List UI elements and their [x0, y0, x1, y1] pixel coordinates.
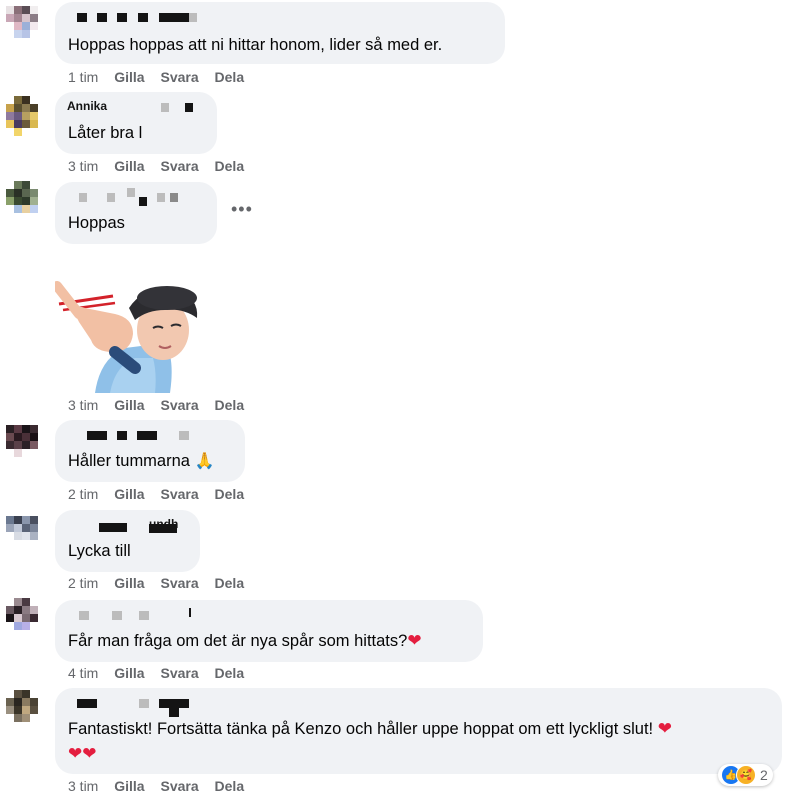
comment-bubble: Hoppas hoppas att ni hittar honom, lider… — [55, 2, 505, 64]
reply-button[interactable]: Svara — [160, 486, 198, 502]
share-button[interactable]: Dela — [215, 397, 245, 413]
comment-time[interactable]: 3 tim — [68, 397, 98, 413]
comment-bubble: Får man fråga om det är nya spår som hit… — [55, 600, 483, 662]
author-name-fragment: Annika — [67, 99, 108, 113]
comment-text: Hoppas hoppas att ni hittar honom, lider… — [68, 36, 443, 54]
comment-time[interactable]: 4 tim — [68, 665, 98, 681]
like-button[interactable]: Gilla — [114, 69, 144, 85]
reactions-summary[interactable]: 👍 🥰 2 — [718, 764, 773, 786]
comment-actions: 2 tim Gilla Svara Dela — [68, 485, 256, 503]
author-name-redacted[interactable] — [67, 694, 267, 717]
heart-icon: ❤ — [407, 631, 422, 650]
avatar[interactable] — [6, 181, 46, 221]
reply-button[interactable]: Svara — [160, 158, 198, 174]
share-button[interactable]: Dela — [215, 665, 245, 681]
comment-text: Hoppas — [68, 214, 125, 232]
reply-button[interactable]: Svara — [160, 575, 198, 591]
like-button[interactable]: Gilla — [114, 486, 144, 502]
reply-button[interactable]: Svara — [160, 397, 198, 413]
comment-bubble: Fantastiskt! Fortsätta tänka på Kenzo oc… — [55, 688, 782, 774]
avatar[interactable] — [6, 516, 46, 556]
reactions-count: 2 — [760, 767, 768, 783]
comment-actions: 1 tim Gilla Svara Dela — [68, 68, 256, 86]
comment-text-content: Får man fråga om det är nya spår som hit… — [68, 632, 408, 650]
sticker-image[interactable] — [52, 248, 205, 393]
author-name-redacted[interactable] — [67, 426, 267, 442]
comment-text: Låter bra l — [68, 124, 143, 142]
heart-icon: ❤ — [657, 719, 672, 738]
author-name-redacted[interactable]: Annika — [67, 98, 267, 114]
avatar[interactable] — [6, 425, 46, 465]
comment-text-content: Håller tummarna — [68, 452, 190, 470]
like-button[interactable]: Gilla — [114, 778, 144, 794]
comment-actions: 3 tim Gilla Svara Dela — [68, 777, 256, 795]
avatar[interactable] — [6, 690, 46, 730]
comment-text: Får man fråga om det är nya spår som hit… — [68, 629, 422, 653]
comment-bubble: Hoppas — [55, 182, 217, 244]
comment-time[interactable]: 3 tim — [68, 778, 98, 794]
like-button[interactable]: Gilla — [114, 575, 144, 591]
share-button[interactable]: Dela — [215, 158, 245, 174]
share-button[interactable]: Dela — [215, 778, 245, 794]
comment-actions: 4 tim Gilla Svara Dela — [68, 664, 256, 682]
comment-actions: 3 tim Gilla Svara Dela — [68, 157, 256, 175]
share-button[interactable]: Dela — [215, 575, 245, 591]
share-button[interactable]: Dela — [215, 486, 245, 502]
like-button[interactable]: Gilla — [114, 158, 144, 174]
avatar[interactable] — [6, 6, 46, 46]
comment-text-content: Fantastiskt! Fortsätta tänka på Kenzo oc… — [68, 720, 654, 738]
heart-icon: ❤❤ — [68, 744, 97, 763]
reply-button[interactable]: Svara — [160, 665, 198, 681]
reply-button[interactable]: Svara — [160, 69, 198, 85]
praying-hands-icon: 🙏 — [194, 453, 215, 470]
comment-time[interactable]: 2 tim — [68, 575, 98, 591]
comment-time[interactable]: 3 tim — [68, 158, 98, 174]
comment-actions: 3 tim Gilla Svara Dela — [68, 396, 256, 414]
avatar[interactable] — [6, 96, 46, 136]
more-options-icon[interactable]: ••• — [231, 199, 253, 220]
like-button[interactable]: Gilla — [114, 665, 144, 681]
comment-text-line2: ❤❤ — [68, 742, 97, 766]
reply-button[interactable]: Svara — [160, 778, 198, 794]
comment-bubble: Håller tummarna 🙏 — [55, 420, 245, 482]
share-button[interactable]: Dela — [215, 69, 245, 85]
comment-text: Håller tummarna 🙏 — [68, 449, 214, 474]
author-name-redacted[interactable] — [67, 8, 267, 24]
like-button[interactable]: Gilla — [114, 397, 144, 413]
avatar[interactable] — [6, 598, 46, 638]
author-name-redacted[interactable] — [67, 606, 267, 622]
care-icon: 🥰 — [736, 765, 756, 785]
comment-actions: 2 tim Gilla Svara Dela — [68, 574, 256, 592]
author-name-redacted[interactable]: undh — [67, 516, 267, 533]
comment-text: Lycka till — [68, 542, 131, 560]
comment-bubble: undh Lycka till — [55, 510, 200, 572]
comment-bubble: Annika Låter bra l — [55, 92, 217, 154]
comment-time[interactable]: 2 tim — [68, 486, 98, 502]
comment-time[interactable]: 1 tim — [68, 69, 98, 85]
comment-text: Fantastiskt! Fortsätta tänka på Kenzo oc… — [68, 717, 672, 741]
